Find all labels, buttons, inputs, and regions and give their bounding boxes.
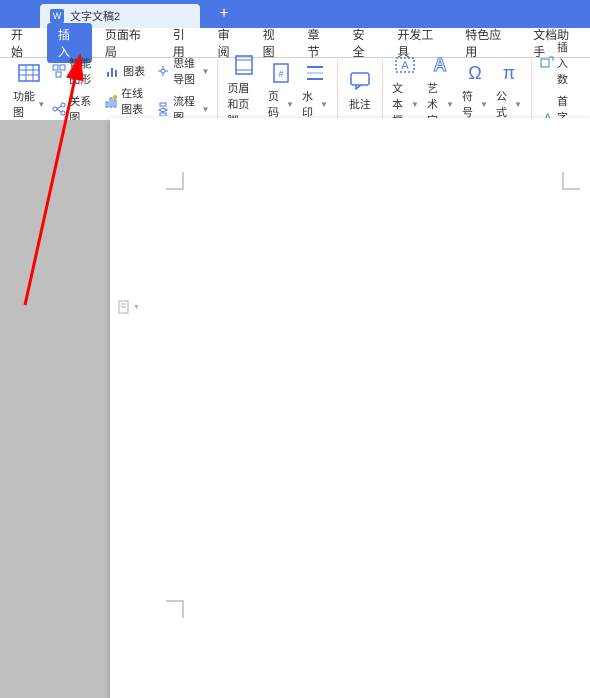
mindmap-icon — [156, 63, 170, 79]
mindmap-label: 思维导图 — [173, 55, 199, 87]
margin-marker-bl — [166, 600, 184, 618]
ribbon-group-comments: 批注 — [338, 60, 383, 120]
symbol-label: 符号 — [462, 88, 478, 120]
menu-page-layout[interactable]: 页面布局 — [94, 21, 162, 65]
watermark-icon — [302, 60, 328, 86]
blank-page-indicator[interactable]: ▼ — [117, 300, 140, 314]
comment-label: 批注 — [349, 96, 371, 112]
ribbon-group-insert-graphics: 功能图▼ 智能图形 关系图 图表 在线图表 — [4, 60, 218, 120]
chart-icon — [104, 63, 120, 79]
flowchart-icon — [156, 101, 170, 117]
smart-graphics-icon — [52, 63, 66, 79]
svg-text:#: # — [278, 69, 283, 79]
watermark-button[interactable]: 水印▼ — [298, 58, 332, 122]
comment-button[interactable]: 批注 — [343, 66, 377, 114]
ribbon-group-text: A 文本框▼ A 艺术字▼ Ω 符号▼ π 公式▼ — [383, 60, 532, 120]
insert-number-button[interactable]: 插入数 — [537, 37, 581, 89]
equation-button[interactable]: π 公式▼ — [492, 58, 526, 122]
word-doc-icon: W — [50, 9, 64, 23]
dropdown-icon: ▼ — [286, 100, 294, 109]
margin-marker-tr — [562, 172, 580, 190]
comment-icon — [347, 68, 373, 94]
svg-text:π: π — [503, 63, 515, 83]
dropdown-icon: ▼ — [202, 105, 210, 114]
insert-icon — [540, 55, 554, 71]
textbox-icon: A — [392, 52, 418, 78]
dropdown-icon: ▼ — [37, 100, 45, 109]
dropdown-icon: ▼ — [514, 100, 522, 109]
document-page[interactable]: ▼ — [110, 118, 590, 698]
svg-text:A: A — [434, 55, 447, 75]
dropdown-icon: ▼ — [133, 304, 140, 311]
page-number-icon: # — [268, 60, 294, 86]
page-icon — [117, 300, 131, 314]
table-icon — [16, 60, 42, 86]
svg-text:Ω: Ω — [468, 63, 481, 83]
omega-icon: Ω — [462, 60, 488, 86]
menu-security[interactable]: 安全 — [341, 21, 386, 65]
symbol-button[interactable]: Ω 符号▼ — [458, 58, 492, 122]
online-chart-icon — [104, 93, 118, 109]
svg-text:A: A — [402, 60, 410, 72]
dropdown-icon: ▼ — [446, 100, 454, 109]
ribbon-group-more: 插入数 A 首字下 — [532, 60, 586, 120]
insert-number-label: 插入数 — [557, 39, 578, 87]
relation-chart-icon — [52, 101, 66, 117]
dropdown-icon: ▼ — [480, 100, 488, 109]
mindmap-button[interactable]: 思维导图▼ — [153, 53, 212, 89]
margin-marker-tl — [166, 172, 184, 190]
document-canvas[interactable]: ▼ — [0, 120, 590, 578]
function-chart-button[interactable]: 功能图▼ — [9, 58, 49, 122]
wordart-icon: A — [427, 52, 453, 78]
page-number-button[interactable]: # 页码▼ — [264, 58, 298, 122]
online-chart-button[interactable]: 在线图表 — [101, 83, 153, 119]
page-number-label: 页码 — [268, 88, 284, 120]
smart-graphics-label: 智能图形 — [69, 55, 98, 87]
smart-graphics-button[interactable]: 智能图形 — [49, 53, 101, 89]
chart-label: 图表 — [123, 63, 145, 79]
equation-label: 公式 — [496, 88, 512, 120]
function-chart-label: 功能图 — [13, 88, 35, 120]
ribbon: 功能图▼ 智能图形 关系图 图表 在线图表 — [0, 58, 590, 120]
header-footer-icon — [231, 52, 257, 78]
watermark-label: 水印 — [302, 88, 318, 120]
dropdown-icon: ▼ — [202, 67, 210, 76]
online-chart-label: 在线图表 — [121, 85, 150, 117]
pi-icon: π — [496, 60, 522, 86]
chart-button[interactable]: 图表 — [101, 61, 153, 81]
dropdown-icon: ▼ — [411, 100, 419, 109]
ribbon-group-header-footer: 页眉和页脚 # 页码▼ 水印▼ — [218, 60, 338, 120]
dropdown-icon: ▼ — [320, 100, 328, 109]
